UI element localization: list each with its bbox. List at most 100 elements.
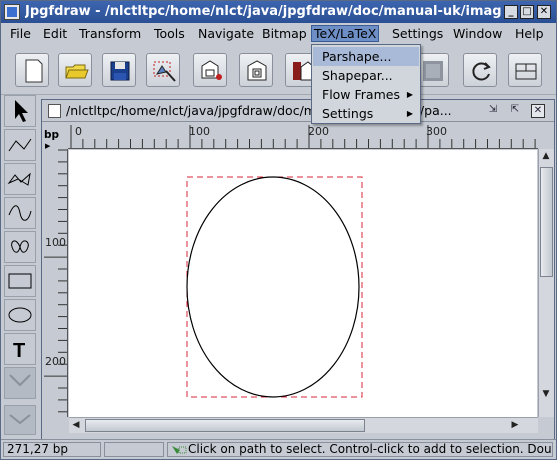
select-hint-icon — [172, 446, 187, 454]
open-line-icon — [8, 138, 32, 152]
menu-transform[interactable]: Transform — [79, 26, 141, 43]
save-disk-icon — [110, 61, 130, 81]
scroll-left-icon[interactable]: ◀ — [69, 418, 83, 432]
menu-window[interactable]: Window — [453, 26, 502, 43]
canvas-drawing — [186, 176, 363, 398]
vruler-label-100: 100 — [45, 236, 66, 249]
menu-item-shapepar[interactable]: Shapepar... — [313, 66, 419, 85]
math-tool[interactable] — [4, 367, 36, 399]
document-title-bar[interactable]: /nlctltpc/home/nlct/java/jpgfdraw/doc/ma… — [42, 100, 554, 122]
menu-item-parshape[interactable]: Parshape... — [313, 47, 419, 66]
vertical-scrollbar[interactable]: ▲ ▼ — [538, 149, 554, 417]
new-button[interactable] — [15, 53, 49, 87]
menu-settings[interactable]: Settings — [392, 26, 443, 43]
doc-restore-button[interactable]: ⇱ — [508, 104, 522, 118]
status-message: Click on path to select. Control-click t… — [167, 442, 553, 457]
hruler-label-0: 0 — [75, 125, 82, 138]
menu-file[interactable]: File — [10, 26, 31, 43]
hruler-label-100: 100 — [189, 125, 210, 138]
vertical-ruler: 100 200 — [42, 149, 68, 417]
menu-help[interactable]: Help — [515, 26, 544, 43]
closed-curve-tool[interactable] — [4, 231, 36, 263]
menu-tex-latex[interactable]: TeX/LaTeX — [311, 25, 380, 42]
select-tool-icon — [153, 61, 176, 82]
doc-minimize-button[interactable]: ⇲ — [486, 104, 500, 118]
ellipse-tool[interactable] — [4, 299, 36, 331]
new-icon — [25, 59, 43, 83]
menu-bitmap[interactable]: Bitmap — [262, 26, 307, 43]
drawing-toolbox: T — [1, 95, 39, 441]
menu-tools[interactable]: Tools — [154, 26, 185, 43]
menu-item-flow-frames[interactable]: Flow Frames ▶ — [313, 85, 419, 104]
math-icon — [9, 374, 31, 387]
horizontal-ruler-ticks — [70, 125, 536, 148]
doc-close-button[interactable]: ✕ — [531, 104, 545, 118]
ellipse-shape[interactable] — [186, 176, 360, 398]
window-button[interactable] — [508, 53, 542, 87]
svg-text:T: T — [13, 340, 25, 362]
title-bar[interactable]: Jpgfdraw - /nlctltpc/home/nlct/java/jpgf… — [1, 1, 556, 23]
open-line-tool[interactable] — [4, 129, 36, 161]
main-window: Jpgfdraw - /nlctltpc/home/nlct/java/jpgf… — [0, 0, 557, 460]
ruler-unit-label: bp — [44, 129, 60, 141]
close-button[interactable]: ✕ — [537, 5, 551, 19]
menu-item-settings[interactable]: Settings ▶ — [313, 104, 419, 123]
cursor-coordinates: 271,27 bp — [3, 442, 101, 457]
menu-item-settings-label: Settings — [322, 106, 374, 121]
document-path: /nlctltpc/home/nlct/java/jpgfdraw/doc/ma… — [66, 103, 452, 118]
flow-frame-icon — [201, 60, 222, 80]
menu-bar: File Edit Transform Tools Navigate Bitma… — [1, 23, 556, 45]
refresh-button[interactable] — [463, 53, 497, 87]
flow-frame-button[interactable] — [193, 53, 227, 87]
horizontal-scrollbar[interactable]: ◀ ▶ — [69, 417, 538, 433]
toolbox-more[interactable] — [4, 405, 36, 435]
select-tool[interactable] — [4, 95, 36, 127]
horizontal-ruler: 0 100 200 300 — [68, 123, 538, 149]
hruler-label-300: 300 — [426, 125, 447, 138]
menu-edit[interactable]: Edit — [43, 26, 67, 43]
toolbar — [1, 45, 556, 95]
vruler-label-200: 200 — [45, 355, 66, 368]
rectangle-icon — [8, 273, 32, 289]
closed-line-tool[interactable] — [4, 163, 36, 195]
hruler-label-200: 200 — [308, 125, 329, 138]
open-curve-tool[interactable] — [4, 197, 36, 229]
horizontal-scroll-thumb[interactable] — [85, 419, 365, 432]
menu-item-shapepar-label: Shapepar... — [322, 68, 393, 83]
select-tool-button[interactable] — [146, 53, 180, 87]
image-frame-button[interactable] — [239, 53, 273, 87]
text-icon: T — [13, 340, 25, 362]
scroll-right-icon[interactable]: ▶ — [508, 418, 522, 432]
status-bar: 271,27 bp Click on path to select. Contr… — [1, 439, 556, 459]
open-curve-icon — [8, 205, 32, 221]
open-button[interactable] — [58, 53, 92, 87]
rectangle-tool[interactable] — [4, 265, 36, 297]
chevron-down-icon — [9, 414, 31, 425]
menu-navigate[interactable]: Navigate — [198, 26, 254, 43]
grid-icon — [423, 61, 443, 81]
scroll-down-icon[interactable]: ▼ — [539, 387, 553, 401]
app-icon[interactable] — [4, 4, 20, 20]
ruler-corner: bp ▶ — [42, 123, 68, 150]
vertical-ruler-ticks — [44, 149, 67, 413]
selection-bounding-box — [186, 176, 363, 398]
drawing-canvas[interactable] — [69, 150, 537, 417]
document-icon — [48, 104, 61, 118]
vertical-scroll-thumb[interactable] — [540, 167, 553, 277]
save-button[interactable] — [102, 53, 136, 87]
select-arrow-icon — [15, 100, 28, 122]
refresh-icon — [472, 62, 491, 81]
status-field — [104, 442, 164, 457]
window-title: Jpgfdraw - /nlctltpc/home/nlct/java/jpgf… — [25, 4, 501, 19]
maximize-button[interactable]: □ — [520, 5, 534, 19]
ellipse-icon — [8, 307, 32, 323]
text-tool[interactable]: T — [4, 333, 36, 365]
menu-item-flow-frames-label: Flow Frames — [322, 87, 400, 102]
minimize-button[interactable]: _ — [504, 5, 518, 19]
tex-latex-menu: Parshape... Shapepar... Flow Frames ▶ Se… — [311, 44, 421, 124]
scroll-up-icon[interactable]: ▲ — [539, 149, 553, 163]
closed-curve-icon — [11, 240, 29, 253]
status-message-text: Click on path to select. Control-click t… — [188, 442, 553, 456]
menu-item-parshape-label: Parshape... — [322, 49, 392, 64]
image-frame-icon — [247, 60, 267, 81]
